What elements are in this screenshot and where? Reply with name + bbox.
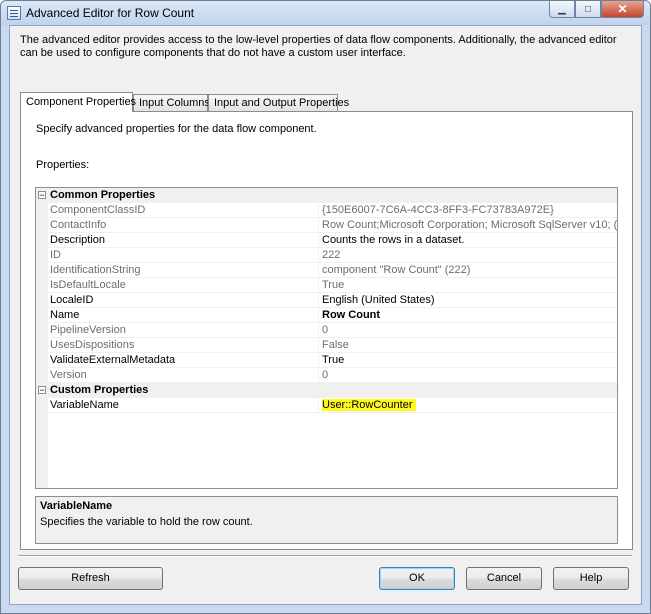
property-value: 0 <box>322 324 329 336</box>
properties-label: Properties: <box>36 159 90 171</box>
app-icon <box>7 6 21 20</box>
category-common-properties[interactable]: − Common Properties <box>36 188 617 203</box>
tab-input-output-properties[interactable]: Input and Output Properties <box>208 94 349 111</box>
property-row[interactable]: ComponentClassID {150E6007-7C6A-4CC3-8FF3… <box>36 203 617 218</box>
property-value: 0 <box>322 369 329 381</box>
ok-button[interactable]: OK <box>379 567 455 590</box>
property-name: UsesDispositions <box>50 339 135 351</box>
property-value: 222 <box>322 249 341 261</box>
property-name: Version <box>50 369 87 381</box>
property-name: ComponentClassID <box>50 204 146 216</box>
property-value[interactable]: Row Count <box>322 309 617 321</box>
property-row-variablename[interactable]: VariableName User::RowCounter <box>36 398 617 413</box>
window-title: Advanced Editor for Row Count <box>26 6 195 20</box>
property-name: IsDefaultLocale <box>50 279 126 291</box>
panel-description: Specify advanced properties for the data… <box>36 123 317 135</box>
category-label: Custom Properties <box>50 384 149 396</box>
dialog-client-area: The advanced editor provides access to t… <box>9 25 642 605</box>
help-button[interactable]: Help <box>553 567 629 590</box>
minimize-icon: ▁ <box>558 3 566 15</box>
refresh-button[interactable]: Refresh <box>18 567 163 590</box>
property-value[interactable]: English (United States) <box>322 294 617 306</box>
property-name: ContactInfo <box>50 219 107 231</box>
variable-name-value[interactable]: User::RowCounter <box>322 399 617 411</box>
property-row[interactable]: IdentificationString component "Row Count… <box>36 263 617 278</box>
close-button[interactable]: ✕ <box>601 1 644 18</box>
property-value[interactable]: True <box>322 354 617 366</box>
property-row[interactable]: LocaleID English (United States) <box>36 293 617 308</box>
help-text: Specifies the variable to hold the row c… <box>40 516 253 528</box>
property-value[interactable]: Counts the rows in a dataset. <box>322 234 617 246</box>
close-icon: ✕ <box>617 2 628 16</box>
category-label: Common Properties <box>50 189 156 201</box>
property-row[interactable]: ID 222 <box>36 248 617 263</box>
tab-input-columns[interactable]: Input Columns <box>133 94 210 111</box>
property-value: False <box>322 339 349 351</box>
property-row[interactable]: ValidateExternalMetadata True <box>36 353 617 368</box>
help-title: VariableName <box>40 500 113 512</box>
property-value: Row Count;Microsoft Corporation; Microso… <box>322 219 618 231</box>
minimize-button[interactable]: ▁ <box>549 1 575 18</box>
property-row[interactable]: Description Counts the rows in a dataset. <box>36 233 617 248</box>
title-bar[interactable]: Advanced Editor for Row Count ▁ □ ✕ <box>1 1 650 25</box>
maximize-icon: □ <box>584 3 592 15</box>
property-row[interactable]: IsDefaultLocale True <box>36 278 617 293</box>
property-name: Name <box>50 309 80 321</box>
editor-window: Advanced Editor for Row Count ▁ □ ✕ The … <box>0 0 651 614</box>
property-name: Description <box>50 234 106 246</box>
property-row[interactable]: UsesDispositions False <box>36 338 617 353</box>
property-value: True <box>322 279 345 291</box>
editor-description: The advanced editor provides access to t… <box>20 34 617 59</box>
highlighted-value: User::RowCounter <box>322 399 417 411</box>
collapse-icon[interactable]: − <box>38 191 46 200</box>
property-help-pane: VariableName Specifies the variable to h… <box>35 496 618 544</box>
property-name: PipelineVersion <box>50 324 126 336</box>
component-properties-panel: Specify advanced properties for the data… <box>20 111 633 550</box>
property-row[interactable]: PipelineVersion 0 <box>36 323 617 338</box>
property-row[interactable]: ContactInfo Row Count;Microsoft Corporati… <box>36 218 617 233</box>
property-value: component "Row Count" (222) <box>322 264 471 276</box>
divider <box>18 555 632 557</box>
window-controls: ▁ □ ✕ <box>549 1 644 19</box>
property-row[interactable]: Version 0 <box>36 368 617 383</box>
maximize-button[interactable]: □ <box>575 1 601 18</box>
property-row[interactable]: Name Row Count <box>36 308 617 323</box>
property-name: IdentificationString <box>50 264 141 276</box>
property-name: ValidateExternalMetadata <box>50 354 176 366</box>
property-name: LocaleID <box>50 294 94 306</box>
property-grid[interactable]: − Common Properties ComponentClassID {150… <box>35 187 618 489</box>
category-custom-properties[interactable]: − Custom Properties <box>36 383 617 398</box>
cancel-button[interactable]: Cancel <box>466 567 542 590</box>
tab-component-properties[interactable]: Component Properties <box>20 92 136 112</box>
property-name: ID <box>50 249 61 261</box>
property-value: {150E6007-7C6A-4CC3-8FF3-FC73783A972E} <box>322 204 554 216</box>
collapse-icon[interactable]: − <box>38 386 46 395</box>
property-name: VariableName <box>50 399 119 411</box>
